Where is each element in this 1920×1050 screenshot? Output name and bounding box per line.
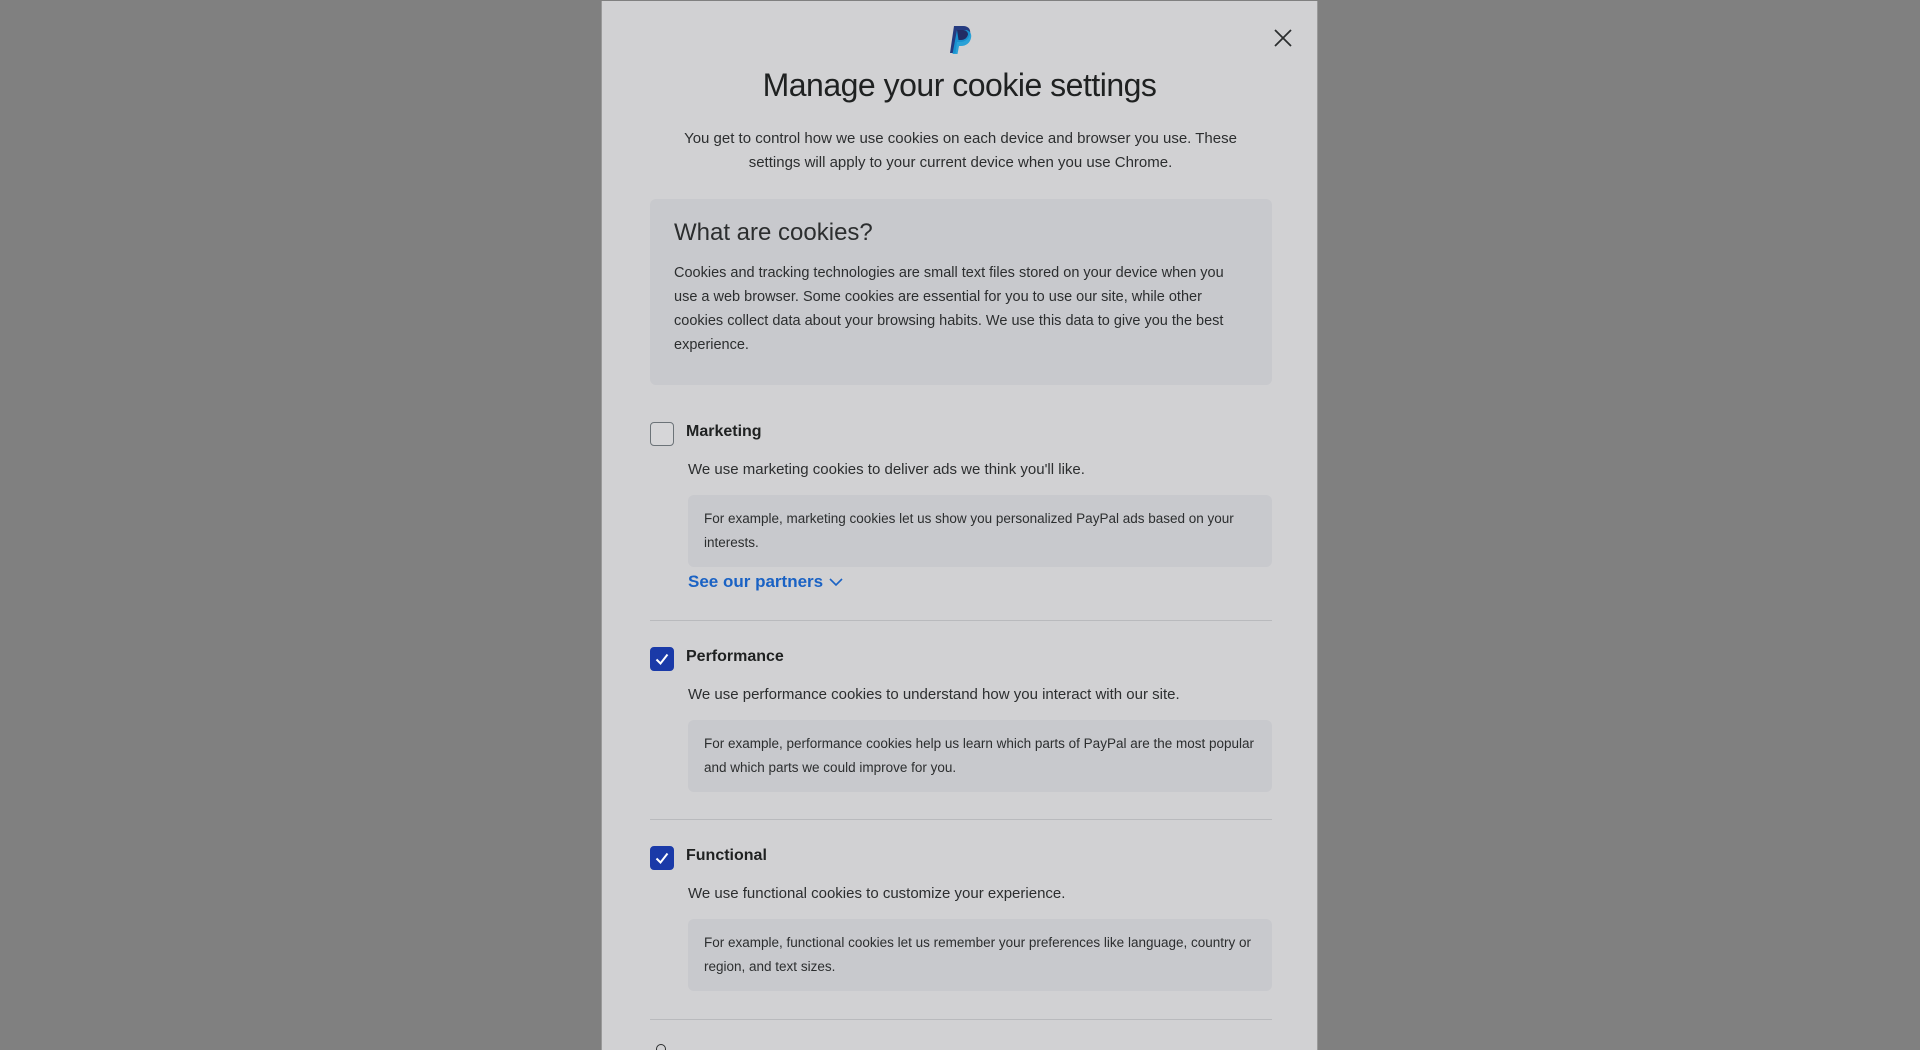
functional-description: We use functional cookies to customize y… bbox=[688, 885, 1066, 902]
check-icon bbox=[655, 852, 669, 865]
info-title: What are cookies? bbox=[674, 219, 873, 246]
performance-label: Performance bbox=[686, 648, 784, 665]
section-divider bbox=[650, 620, 1272, 621]
info-icon bbox=[656, 1044, 666, 1050]
see-partners-link[interactable]: See our partners bbox=[688, 572, 843, 592]
section-divider bbox=[650, 819, 1272, 820]
see-partners-label: See our partners bbox=[688, 572, 824, 591]
page-title: Manage your cookie settings bbox=[762, 67, 1157, 103]
paypal-logo-icon bbox=[947, 25, 973, 55]
performance-description: We use performance cookies to understand… bbox=[688, 686, 1180, 703]
info-text: Cookies and tracking technologies are sm… bbox=[674, 265, 1224, 353]
functional-checkbox[interactable] bbox=[650, 846, 674, 870]
section-divider bbox=[650, 1019, 1272, 1020]
what-are-cookies-box: What are cookies? Cookies and tracking t… bbox=[650, 199, 1272, 385]
check-icon bbox=[655, 653, 669, 666]
performance-checkbox[interactable] bbox=[650, 647, 674, 671]
close-button[interactable] bbox=[1272, 27, 1294, 49]
marketing-description: We use marketing cookies to deliver ads … bbox=[688, 461, 1085, 478]
performance-example: For example, performance cookies help us… bbox=[688, 720, 1272, 792]
close-icon bbox=[1274, 29, 1292, 47]
functional-label: Functional bbox=[686, 847, 767, 864]
marketing-example: For example, marketing cookies let us sh… bbox=[688, 495, 1272, 567]
chevron-down-icon bbox=[829, 578, 843, 587]
marketing-label: Marketing bbox=[686, 423, 762, 440]
intro-text: You get to control how we use cookies on… bbox=[684, 130, 1237, 171]
functional-example: For example, functional cookies let us r… bbox=[688, 919, 1272, 991]
cookie-settings-modal: Manage your cookie settings You get to c… bbox=[601, 1, 1318, 1050]
marketing-checkbox[interactable] bbox=[650, 422, 674, 446]
